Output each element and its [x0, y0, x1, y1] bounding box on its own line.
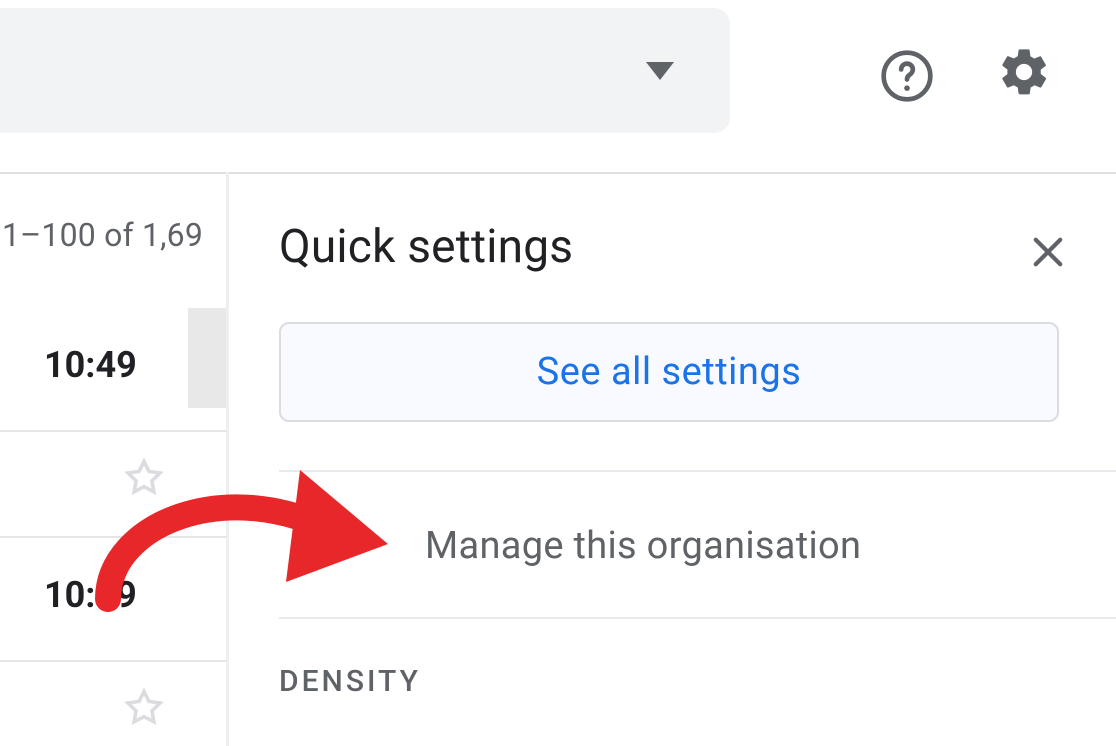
- search-bar[interactable]: [0, 8, 730, 133]
- star-toggle[interactable]: [120, 684, 168, 732]
- close-panel-button[interactable]: [1024, 228, 1072, 276]
- row-divider: [0, 430, 226, 432]
- panel-title: Quick settings: [279, 220, 573, 274]
- section-divider: [279, 617, 1116, 619]
- section-divider: [279, 470, 1116, 472]
- star-icon: [120, 454, 168, 502]
- row-divider: [0, 660, 226, 662]
- pagination-count: 1–100 of 1,69: [2, 216, 203, 254]
- row-divider: [0, 536, 226, 538]
- dropdown-caret-icon[interactable]: [646, 62, 674, 80]
- email-row-time: 10:49: [44, 574, 137, 616]
- close-icon: [1027, 231, 1069, 273]
- gear-icon: [996, 44, 1052, 100]
- help-button[interactable]: [879, 48, 935, 104]
- settings-button[interactable]: [996, 44, 1052, 100]
- manage-organisation-link[interactable]: Manage this organisation: [425, 524, 861, 568]
- email-row-time: 10:49: [44, 344, 137, 386]
- quick-settings-panel: Quick settings See all settings Manage t…: [226, 172, 1116, 746]
- help-icon: [879, 48, 935, 104]
- see-all-settings-label: See all settings: [537, 350, 802, 394]
- selected-row-highlight: [188, 308, 226, 408]
- star-icon: [120, 684, 168, 732]
- see-all-settings-button[interactable]: See all settings: [279, 322, 1059, 422]
- email-list-fragment: 1–100 of 1,69 10:49 10:49: [0, 172, 226, 746]
- star-toggle[interactable]: [120, 454, 168, 502]
- density-section-heading: DENSITY: [279, 664, 421, 699]
